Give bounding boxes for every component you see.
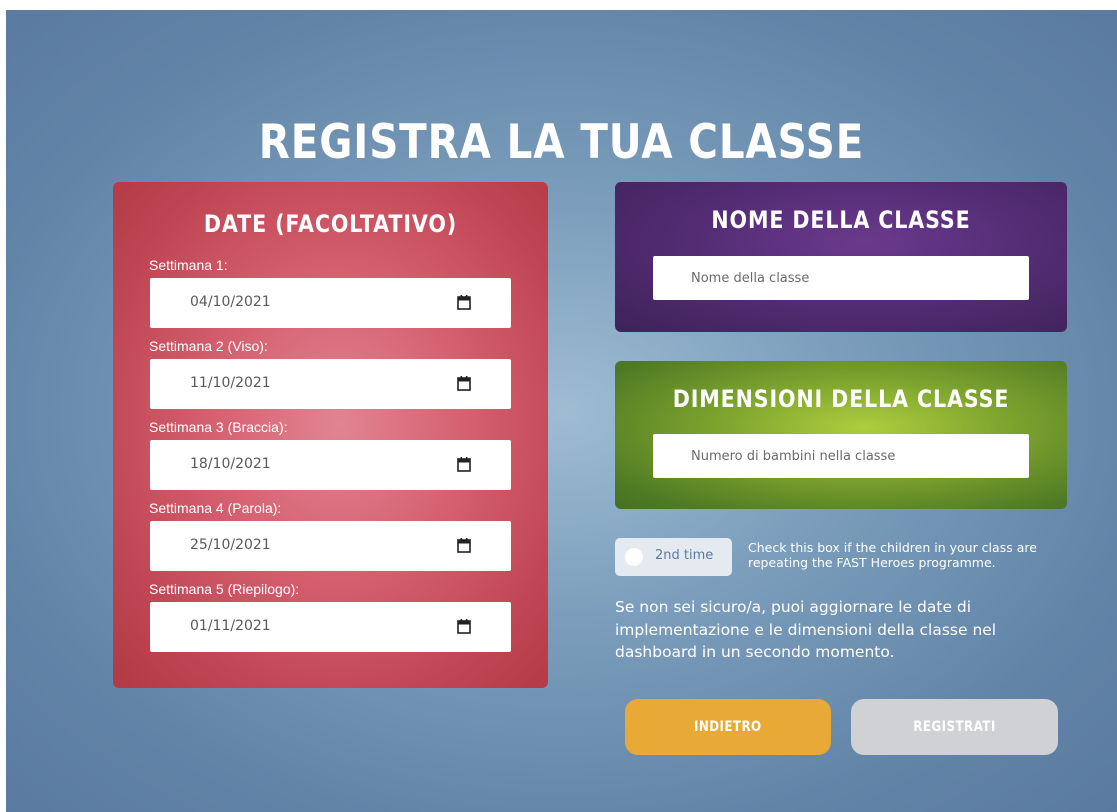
calendar-icon[interactable]: [457, 457, 471, 472]
week-1-date-input[interactable]: 04/10/2021: [150, 278, 511, 328]
class-size-panel: DIMENSIONI DELLA CLASSE: [615, 361, 1067, 509]
week-5-date-value: 01/11/2021: [190, 618, 271, 634]
week-3-date-input[interactable]: 18/10/2021: [150, 440, 511, 490]
week-5-date-input[interactable]: 01/11/2021: [150, 602, 511, 652]
calendar-icon[interactable]: [457, 376, 471, 391]
back-button[interactable]: INDIETRO: [625, 699, 831, 755]
week-1-date-value: 04/10/2021: [190, 294, 271, 310]
dates-panel-heading: DATE (FACOLTATIVO): [203, 210, 458, 238]
week-2-label: Settimana 2 (Viso):: [149, 338, 268, 354]
week-3-date-value: 18/10/2021: [190, 456, 271, 472]
week-4-date-value: 25/10/2021: [190, 537, 271, 553]
week-2-date-value: 11/10/2021: [190, 375, 271, 391]
week-4-label: Settimana 4 (Parola):: [149, 500, 282, 516]
register-button[interactable]: REGISTRATI: [851, 699, 1058, 755]
class-size-heading: DIMENSIONI DELLA CLASSE: [672, 385, 1010, 413]
week-3-label: Settimana 3 (Braccia):: [149, 419, 288, 435]
registration-screen: REGISTRA LA TUA CLASSE DATE (FACOLTATIVO…: [6, 10, 1117, 812]
second-time-label: 2nd time: [655, 548, 714, 563]
class-name-input[interactable]: [653, 256, 1029, 300]
page-title: REGISTRA LA TUA CLASSE: [258, 115, 865, 170]
second-time-help-text: Check this box if the children in your c…: [748, 540, 1037, 570]
calendar-icon[interactable]: [457, 295, 471, 310]
toggle-knob[interactable]: [625, 548, 643, 566]
week-5-label: Settimana 5 (Riepilogo):: [149, 581, 300, 597]
class-name-heading: NOME DELLA CLASSE: [711, 206, 971, 234]
back-button-label: INDIETRO: [694, 719, 762, 735]
update-later-note: Se non sei sicuro/a, puoi aggiornare le …: [615, 598, 997, 661]
register-button-label: REGISTRATI: [913, 719, 996, 735]
week-4-date-input[interactable]: 25/10/2021: [150, 521, 511, 571]
second-time-toggle[interactable]: 2nd time: [615, 538, 732, 576]
class-name-field: [653, 256, 1029, 300]
week-1-label: Settimana 1:: [149, 257, 228, 273]
calendar-icon[interactable]: [457, 538, 471, 553]
class-size-input[interactable]: [653, 434, 1029, 478]
calendar-icon[interactable]: [457, 619, 471, 634]
class-name-panel: NOME DELLA CLASSE: [615, 182, 1067, 332]
dates-panel: DATE (FACOLTATIVO) Settimana 1: 04/10/20…: [113, 182, 548, 688]
class-size-field: [653, 434, 1029, 478]
week-2-date-input[interactable]: 11/10/2021: [150, 359, 511, 409]
